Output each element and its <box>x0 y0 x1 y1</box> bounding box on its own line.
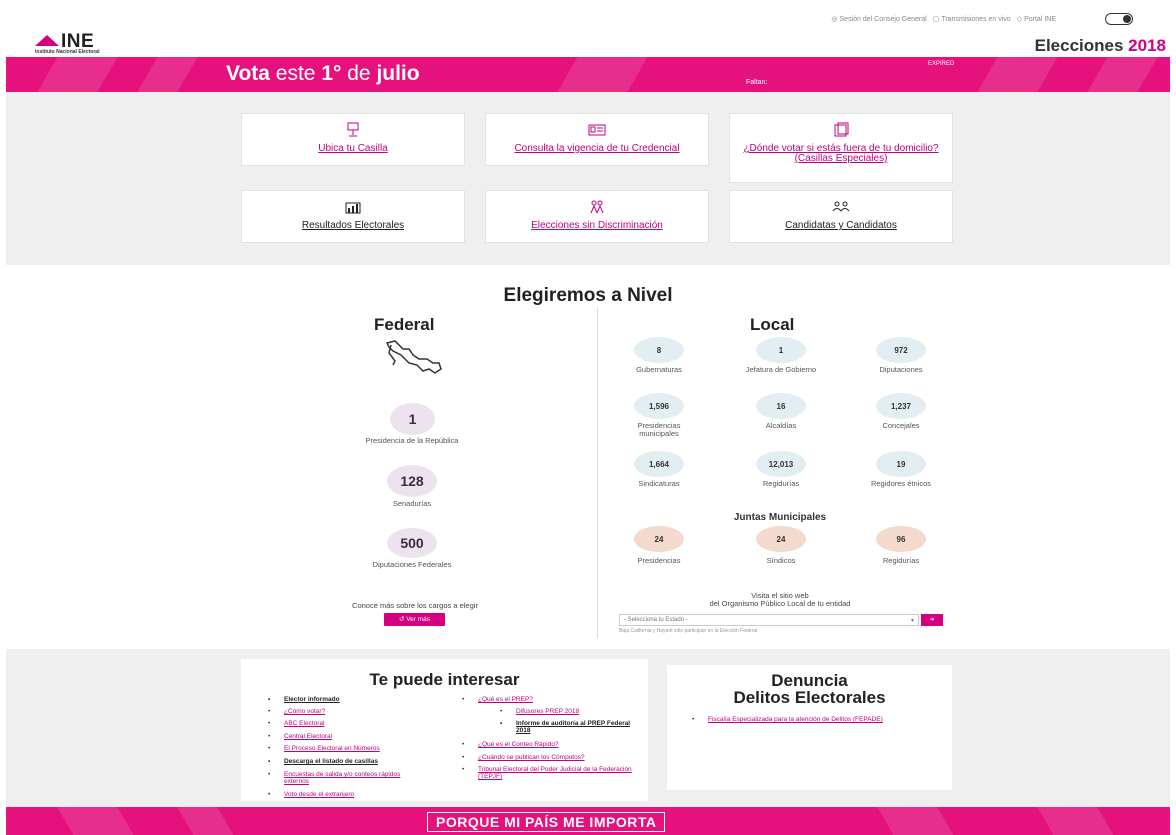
link-informe-auditoria[interactable]: Informe de auditoría al PREP Federal 201… <box>500 720 641 734</box>
local-bubble-diputaciones: 972 <box>876 337 926 363</box>
id-card-icon <box>588 124 606 136</box>
link-proceso-numeros[interactable]: El Proceso Electoral en Números <box>268 745 444 752</box>
baja-note: Baja California y Nayarit sólo participa… <box>619 628 758 634</box>
chevron-down-icon: ▾ <box>910 618 914 624</box>
juntas-caption-presidencias: Presidencias <box>637 556 681 565</box>
federal-caption-presidencia: Presidencia de la República <box>365 436 459 445</box>
local-bubble-alcaldias: 16 <box>756 393 806 419</box>
top-link-sesion[interactable]: ◎ Sesión del Consejo General <box>831 15 926 24</box>
countdown-label: Faltan: <box>746 79 768 86</box>
card-sin-discriminacion[interactable]: Elecciones sin Discriminación <box>485 190 709 243</box>
link-fepade[interactable]: Fiscalía Especializada para la atención … <box>692 716 908 723</box>
link-abc-electoral[interactable]: ABC Electoral <box>268 720 444 727</box>
link-listado-casillas[interactable]: Descarga el listado de casillas <box>268 758 444 765</box>
vota-headline: Vota este 1° de julio <box>226 62 420 85</box>
link-como-votar[interactable]: ¿Cómo votar? <box>268 708 444 715</box>
top-link-transmisiones[interactable]: ▢ Transmisiones en vivo <box>933 15 1011 24</box>
link-computos[interactable]: ¿Cuándo se publican los Cómputos? <box>462 754 638 761</box>
juntas-bubble-presidencias: 24 <box>634 526 684 552</box>
local-caption-regidurias: Regidurías <box>762 479 800 488</box>
card-candidatos[interactable]: Candidatas y Candidatos <box>729 190 953 243</box>
local-caption-sindicaturas: Sindicaturas <box>638 479 680 488</box>
local-caption-gubernaturas: Gubernaturas <box>636 365 682 374</box>
countdown-expired: EXPIRED <box>928 61 955 67</box>
federal-bubble-diputaciones: 500 <box>387 528 437 558</box>
ver-mas-button[interactable]: ↺ Ver más <box>384 613 445 626</box>
local-caption-concejales: Concejales <box>882 421 920 430</box>
top-link-portal[interactable]: ◇ Portal INE <box>1017 15 1056 24</box>
local-bubble-sindicaturas: 1,664 <box>634 451 684 477</box>
local-caption-regidores-etnicos: Regidores étnicos <box>870 479 932 488</box>
local-title: Local <box>750 315 795 334</box>
nivel-divider <box>597 308 598 638</box>
brand-row: INE Instituto Nacional Electoral Eleccio… <box>0 31 1176 58</box>
juntas-bubble-regidurias: 96 <box>876 526 926 552</box>
local-bubble-jefatura: 1 <box>756 337 806 363</box>
local-caption-presidencias-mun: Presidencias municipales <box>637 421 681 438</box>
card-resultados[interactable]: Resultados Electorales <box>241 190 465 243</box>
local-bubble-concejales: 1,237 <box>876 393 926 419</box>
candidates-icon <box>832 201 850 212</box>
bar-chart-icon <box>345 202 361 214</box>
card-label: Resultados Electorales <box>301 220 405 231</box>
local-caption-alcaldias: Alcaldías <box>765 421 797 430</box>
card-label: Candidatas y Candidatos <box>785 220 897 231</box>
visita-text: Visita el sitio web del Organismo Público… <box>709 591 851 608</box>
ir-button[interactable]: ➜ <box>921 614 943 626</box>
card-label: Elecciones sin Discriminación <box>531 220 663 231</box>
juntas-title: Juntas Municipales <box>733 512 827 523</box>
people-icon <box>590 200 604 214</box>
top-bar: ◎ Sesión del Consejo General ▢ Transmisi… <box>0 0 1176 34</box>
link-central-electoral[interactable]: Central Electoral <box>268 733 444 740</box>
federal-caption-diputaciones: Diputaciones Federales <box>372 560 452 569</box>
link-tepjf[interactable]: Tribunal Electoral del Poder Judicial de… <box>462 766 638 780</box>
ine-logo-mark <box>35 35 59 46</box>
juntas-caption-sindicos: Síndicos <box>766 556 796 565</box>
elecciones-year: 2018 <box>1128 36 1166 55</box>
mexico-map-icon <box>385 340 442 374</box>
ballot-box-icon <box>347 122 359 137</box>
ine-logo[interactable]: INE Instituto Nacional Electoral <box>33 31 143 56</box>
te-puede-interesar-title: Te puede interesar <box>369 670 520 689</box>
building-icon <box>834 122 849 137</box>
local-bubble-gubernaturas: 8 <box>634 337 684 363</box>
card-label: Consulta la vigencia de tu Credencial <box>514 143 680 154</box>
link-elector-informado[interactable]: Elector informado <box>268 696 444 703</box>
top-links: ◎ Sesión del Consejo General ▢ Transmisi… <box>831 15 1056 24</box>
juntas-caption-regidurias: Regidurías <box>882 556 920 565</box>
card-label: ¿Dónde votar si estás fuera de tu domici… <box>743 143 939 164</box>
denuncia-title: Denuncia Delitos Electorales <box>733 671 886 707</box>
link-conteo-rapido[interactable]: ¿Qué es el Conteo Rápido? <box>462 741 638 748</box>
estado-select[interactable]: - Selecciona tu Estado - ▾ <box>619 614 919 626</box>
local-caption-jefatura: Jefatura de Gobierno <box>745 365 817 374</box>
juntas-bubble-sindicos: 24 <box>756 526 806 552</box>
ine-logo-subtitle: Instituto Nacional Electoral <box>35 49 100 55</box>
federal-title: Federal <box>374 315 435 334</box>
local-bubble-regidurias: 12,013 <box>756 451 806 477</box>
nivel-title: Elegiremos a Nivel <box>503 285 673 306</box>
vota-banner: Vota este 1° de julio Faltan: EXPIRED <box>6 57 1170 92</box>
link-voto-extranjero[interactable]: Voto desde el extranjero <box>268 791 444 798</box>
card-label: Ubica tu Casilla <box>318 143 388 154</box>
federal-bubble-presidencia: 1 <box>390 403 435 435</box>
footer-banner: PORQUE MI PAÍS ME IMPORTA <box>6 807 1170 835</box>
elecciones-title: Elecciones 2018 <box>1034 36 1166 55</box>
local-caption-diputaciones: Diputaciones <box>879 365 923 374</box>
card-casillas-especiales[interactable]: ¿Dónde votar si estás fuera de tu domici… <box>729 113 953 183</box>
card-credencial[interactable]: Consulta la vigencia de tu Credencial <box>485 113 709 166</box>
link-encuestas[interactable]: Encuestas de salida y/o conteos rápidos … <box>268 771 414 785</box>
card-ubica-casilla[interactable]: Ubica tu Casilla <box>241 113 465 166</box>
federal-bubble-senadurias: 128 <box>387 465 437 497</box>
footer-slogan: PORQUE MI PAÍS ME IMPORTA <box>427 812 666 832</box>
contrast-toggle[interactable] <box>1105 13 1133 25</box>
federal-caption-senadurias: Senadurías <box>392 499 432 508</box>
link-difusores-prep[interactable]: Difusores PREP 2018 <box>500 708 636 715</box>
conoce-text: Conoce más sobre los cargos a elegir <box>352 601 478 610</box>
local-bubble-regidores-etnicos: 19 <box>876 451 926 477</box>
link-que-es-prep[interactable]: ¿Qué es el PREP? <box>462 696 638 703</box>
denuncia-box: Denuncia Delitos Electorales <box>667 665 952 790</box>
local-bubble-presidencias-mun: 1,596 <box>634 393 684 419</box>
